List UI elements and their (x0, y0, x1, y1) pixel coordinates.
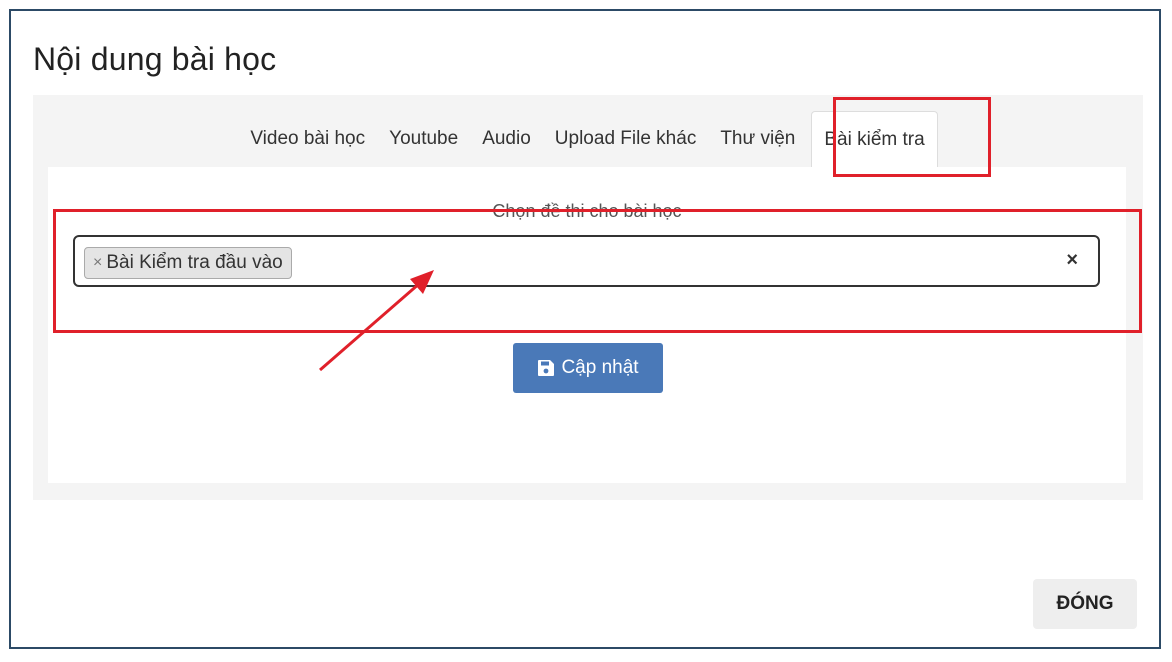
exam-multiselect[interactable]: × Bài Kiểm tra đầu vào × (73, 235, 1100, 287)
tab-audio[interactable]: Audio (470, 111, 543, 167)
close-button[interactable]: ĐÓNG (1033, 579, 1137, 629)
tab-upload-file[interactable]: Upload File khác (543, 111, 709, 167)
tab-content: Chọn đề thi cho bài học × Bài Kiểm tra đ… (48, 167, 1126, 483)
remove-chip-icon[interactable]: × (93, 254, 102, 272)
clear-selection-icon[interactable]: × (1066, 249, 1078, 272)
selected-exam-label: Bài Kiểm tra đầu vào (106, 252, 283, 273)
lesson-content-panel: Video bài học Youtube Audio Upload File … (33, 95, 1143, 500)
tab-youtube[interactable]: Youtube (377, 111, 470, 167)
exam-select-label: Chọn đề thi cho bài học (492, 201, 682, 221)
tab-quiz[interactable]: Bài kiểm tra (811, 111, 938, 167)
save-icon (538, 360, 555, 376)
modal-title: Nội dung bài học (33, 41, 277, 77)
tab-bar: Video bài học Youtube Audio Upload File … (33, 111, 1143, 167)
modal-dialog: Nội dung bài học Video bài học Youtube A… (9, 9, 1161, 649)
update-button-label: Cập nhật (561, 357, 639, 378)
tab-video[interactable]: Video bài học (238, 111, 377, 167)
update-button[interactable]: Cập nhật (513, 343, 663, 393)
tab-library[interactable]: Thư viện (708, 111, 807, 167)
selected-exam-chip: × Bài Kiểm tra đầu vào (84, 247, 292, 279)
